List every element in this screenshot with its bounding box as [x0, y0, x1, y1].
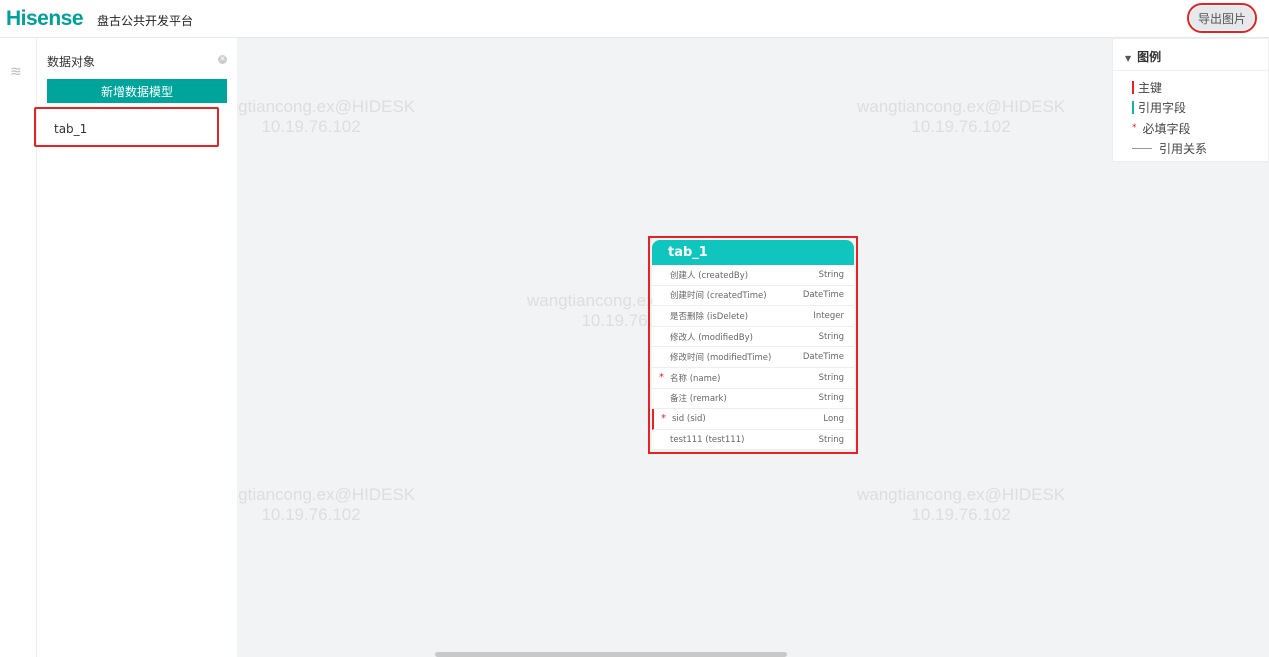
- entity-title: tab_1: [652, 240, 854, 265]
- field-row[interactable]: * 名称 (name) String: [652, 367, 854, 389]
- watermark: wangtiancong.ex@HIDESK10.19.76.102: [857, 485, 1066, 524]
- field-type: DateTime: [802, 290, 844, 301]
- legend-panel: ▼ 图例 主键 引用字段 * 必填字段 引用关系: [1112, 38, 1269, 162]
- diagram-canvas[interactable]: wangtiancong.ex@HIDESK10.19.76.102 wangt…: [237, 38, 1269, 657]
- field-type: String: [818, 372, 844, 383]
- close-icon[interactable]: ✕: [218, 55, 227, 64]
- field-name: 创建人 (createdBy): [670, 270, 749, 281]
- caret-down-icon: ▼: [1125, 54, 1132, 63]
- field-type: String: [818, 393, 844, 404]
- legend-item-primary-key: 主键: [1113, 77, 1268, 98]
- field-name: 名称 (name): [670, 373, 721, 384]
- add-data-model-button[interactable]: 新增数据模型: [47, 79, 227, 103]
- field-row[interactable]: 是否删除 (isDelete) Integer: [652, 306, 854, 327]
- top-header: Hisense 盘古公共开发平台 导出图片: [0, 0, 1269, 38]
- watermark: wangtiancong.ex@HIDESK10.19.76.102: [237, 97, 416, 136]
- data-object-panel: 数据对象 ✕ 新增数据模型 tab_1: [34, 38, 237, 657]
- legend-item-required-field: * 必填字段: [1132, 121, 1191, 136]
- list-item-tab-1[interactable]: tab_1: [34, 107, 219, 147]
- field-row[interactable]: 创建人 (createdBy) String: [652, 265, 854, 286]
- field-type: String: [818, 434, 844, 445]
- field-name: 修改时间 (modifiedTime): [670, 353, 772, 364]
- required-asterisk-icon: *: [661, 413, 666, 425]
- field-type: Integer: [813, 310, 844, 321]
- field-row[interactable]: 修改人 (modifiedBy) String: [652, 326, 854, 348]
- field-name: 修改人 (modifiedBy): [670, 332, 753, 343]
- platform-title: 盘古公共开发平台: [97, 14, 194, 28]
- field-row[interactable]: 修改时间 (modifiedTime) DateTime: [652, 347, 854, 368]
- asterisk-icon: *: [1132, 123, 1137, 134]
- field-name: test111 (test111): [670, 434, 745, 445]
- legend-item-reference-relation: 引用关系: [1113, 139, 1268, 160]
- field-type: String: [818, 331, 844, 342]
- field-row[interactable]: test111 (test111) String: [652, 429, 854, 451]
- required-asterisk-icon: *: [659, 372, 664, 384]
- layers-icon[interactable]: ≋: [10, 64, 22, 80]
- legend-header[interactable]: ▼ 图例: [1113, 39, 1268, 71]
- field-type: DateTime: [802, 352, 844, 363]
- entity-card-tab-1[interactable]: tab_1 创建人 (createdBy) String 创建时间 (created…: [648, 236, 858, 454]
- hisense-logo: Hisense: [6, 7, 84, 30]
- line-icon: [1132, 148, 1152, 150]
- legend-item-reference-field: 引用字段: [1113, 98, 1268, 119]
- field-row[interactable]: 备注 (remark) String: [652, 388, 854, 410]
- export-image-button[interactable]: 导出图片: [1187, 3, 1257, 33]
- field-name: sid (sid): [672, 413, 706, 424]
- field-type: String: [818, 269, 844, 280]
- field-name: 备注 (remark): [670, 394, 727, 405]
- red-bar-icon: [1132, 80, 1134, 94]
- watermark: wangtiancong.ex@HIDESK10.19.76.102: [857, 97, 1066, 136]
- field-row[interactable]: * sid (sid) Long: [652, 409, 854, 430]
- watermark: wangtiancong.ex@HIDESK10.19.76.102: [237, 485, 416, 524]
- panel-title: 数据对象: [47, 55, 96, 69]
- teal-bar-icon: [1132, 101, 1134, 115]
- field-type: Long: [823, 413, 844, 424]
- field-name: 创建时间 (createdTime): [670, 291, 767, 302]
- field-name: 是否删除 (isDelete): [670, 311, 749, 322]
- left-rail: ≋: [0, 38, 37, 657]
- horizontal-scrollbar[interactable]: [435, 652, 787, 657]
- field-row[interactable]: 创建时间 (createdTime) DateTime: [652, 285, 854, 307]
